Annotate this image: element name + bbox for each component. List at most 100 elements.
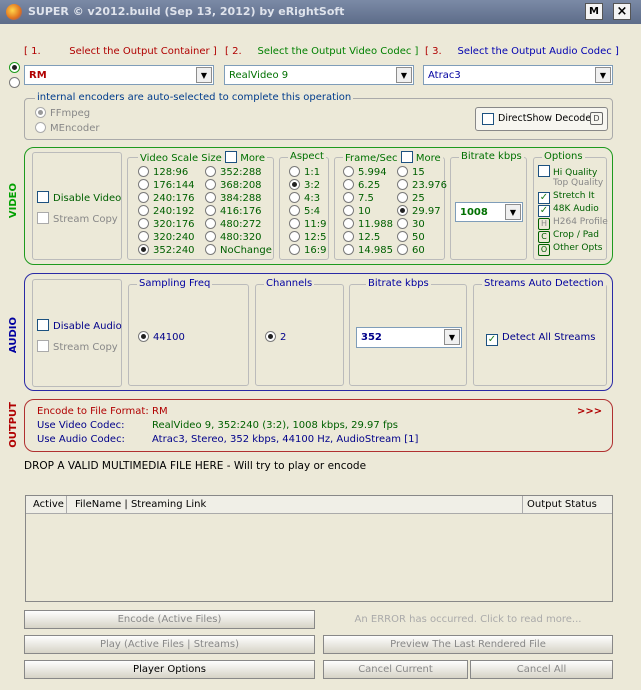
radio-option[interactable]: 352:288 — [205, 166, 262, 178]
disable-audio-checkbox[interactable]: Disable Audio — [37, 319, 122, 332]
mencoder-option[interactable]: MEncoder — [35, 122, 100, 134]
radio-option[interactable]: 320:240 — [138, 231, 195, 243]
detect-all-streams-checkbox[interactable]: ✓ Detect All Streams — [486, 332, 596, 346]
disable-video-checkbox[interactable]: Disable Video — [37, 191, 121, 204]
radio-option[interactable]: 23.976 — [397, 179, 447, 191]
radio-icon[interactable] — [343, 218, 354, 229]
radio-option[interactable]: 11:9 — [289, 218, 326, 230]
col-filename-header[interactable]: FileName | Streaming Link — [68, 496, 523, 513]
preview-button[interactable]: Preview The Last Rendered File — [323, 635, 613, 654]
directshow-checkbox[interactable] — [482, 113, 494, 125]
radio-option[interactable]: 4:3 — [289, 192, 320, 204]
radio-option[interactable]: NoChange — [205, 244, 272, 256]
radio-option[interactable]: 5.994 — [343, 166, 387, 178]
radio-option[interactable]: 3:2 — [289, 179, 320, 191]
radio-icon[interactable] — [289, 166, 300, 177]
radio-icon[interactable] — [138, 192, 149, 203]
minimize-button[interactable]: M — [585, 3, 603, 20]
radio-icon[interactable] — [289, 244, 300, 255]
video-codec-select[interactable]: RealVideo 9 ▼ — [224, 65, 414, 85]
audio-stream-copy-checkbox[interactable]: Stream Copy — [37, 340, 118, 353]
fps-more-checkbox[interactable] — [400, 151, 413, 163]
radio-option[interactable]: 12.5 — [343, 231, 380, 243]
radio-icon[interactable] — [289, 231, 300, 242]
radio-icon[interactable] — [138, 179, 149, 190]
radio-icon[interactable] — [397, 244, 408, 255]
chevron-down-icon[interactable]: ▼ — [505, 204, 521, 220]
encode-button[interactable]: Encode (Active Files) — [24, 610, 315, 629]
radio-icon[interactable] — [397, 231, 408, 242]
radio-icon[interactable] — [205, 231, 216, 242]
option-1[interactable]: Top Quality — [538, 178, 603, 188]
radio-option[interactable]: 12:5 — [289, 231, 326, 243]
chevron-down-icon[interactable]: ▼ — [396, 67, 412, 83]
option-6[interactable]: O Other Opts — [538, 243, 602, 256]
radio-option[interactable]: 7.5 — [343, 192, 374, 204]
radio-option[interactable]: 416:176 — [205, 205, 262, 217]
radio-icon[interactable] — [205, 166, 216, 177]
radio-icon[interactable] — [205, 179, 216, 190]
container-select[interactable]: RM ▼ — [24, 65, 214, 85]
radio-option[interactable]: 60 — [397, 244, 425, 256]
option-4[interactable]: H H264 Profile — [538, 217, 608, 230]
option-5[interactable]: C Crop / Pad — [538, 230, 599, 243]
radio-option[interactable]: 14.985 — [343, 244, 393, 256]
radio-option[interactable]: 16:9 — [289, 244, 326, 256]
radio-icon[interactable] — [397, 179, 408, 190]
radio-icon[interactable] — [289, 192, 300, 203]
alt-mode-radio[interactable] — [9, 77, 20, 91]
radio-icon[interactable] — [343, 205, 354, 216]
radio-option[interactable]: 15 — [397, 166, 425, 178]
radio-icon[interactable] — [343, 231, 354, 242]
video-stream-copy-checkbox[interactable]: Stream Copy — [37, 212, 118, 225]
option-2[interactable]: ✓ Stretch It — [538, 191, 595, 204]
radio-option[interactable]: 10 — [343, 205, 371, 217]
radio-icon[interactable] — [343, 192, 354, 203]
radio-icon[interactable] — [205, 218, 216, 229]
channels-option[interactable]: 2 — [265, 331, 286, 343]
option-checkbox[interactable]: ✓ — [538, 205, 550, 217]
cancel-all-button[interactable]: Cancel All — [470, 660, 613, 679]
player-options-button[interactable]: Player Options — [24, 660, 315, 679]
radio-icon[interactable] — [397, 192, 408, 203]
audio-codec-select[interactable]: Atrac3 ▼ — [423, 65, 613, 85]
close-button[interactable]: × — [613, 3, 631, 20]
radio-icon[interactable] — [205, 205, 216, 216]
output-more-button[interactable]: >>> — [577, 406, 602, 417]
option-checkbox[interactable]: ✓ — [538, 192, 550, 204]
option-3[interactable]: ✓ 48K Audio — [538, 204, 599, 217]
radio-option[interactable]: 320:176 — [138, 218, 195, 230]
radio-option[interactable]: 30 — [397, 218, 425, 230]
radio-icon[interactable] — [343, 244, 354, 255]
radio-icon[interactable] — [343, 166, 354, 177]
video-bitrate-select[interactable]: 1008 ▼ — [455, 202, 523, 222]
radio-icon[interactable] — [289, 179, 300, 190]
option-checkbox[interactable] — [538, 165, 550, 177]
cancel-current-button[interactable]: Cancel Current — [323, 660, 468, 679]
scale-more-checkbox[interactable] — [225, 151, 237, 163]
radio-option[interactable]: 25 — [397, 192, 425, 204]
radio-option[interactable]: 128:96 — [138, 166, 188, 178]
radio-option[interactable]: 11.988 — [343, 218, 393, 230]
radio-icon[interactable] — [397, 166, 408, 177]
radio-option[interactable]: 6.25 — [343, 179, 380, 191]
radio-option[interactable]: 240:176 — [138, 192, 195, 204]
error-link[interactable]: An ERROR has occurred. Click to read mor… — [323, 610, 613, 629]
radio-icon[interactable] — [289, 218, 300, 229]
chevron-down-icon[interactable]: ▼ — [196, 67, 212, 83]
radio-option[interactable]: 29.97 — [397, 205, 441, 217]
directshow-decode-button[interactable]: DirectShow Decode D — [475, 107, 608, 131]
col-status-header[interactable]: Output Status — [524, 496, 612, 513]
radio-option[interactable]: 176:144 — [138, 179, 195, 191]
radio-option[interactable]: 480:272 — [205, 218, 262, 230]
radio-option[interactable]: 240:192 — [138, 205, 195, 217]
radio-icon[interactable] — [343, 179, 354, 190]
option-0[interactable]: Hi Quality — [538, 165, 597, 178]
radio-icon[interactable] — [397, 205, 408, 216]
radio-option[interactable]: 368:208 — [205, 179, 262, 191]
radio-icon[interactable] — [138, 166, 149, 177]
radio-option[interactable]: 480:320 — [205, 231, 262, 243]
radio-icon[interactable] — [138, 218, 149, 229]
chevron-down-icon[interactable]: ▼ — [595, 67, 611, 83]
radio-option[interactable]: 50 — [397, 231, 425, 243]
